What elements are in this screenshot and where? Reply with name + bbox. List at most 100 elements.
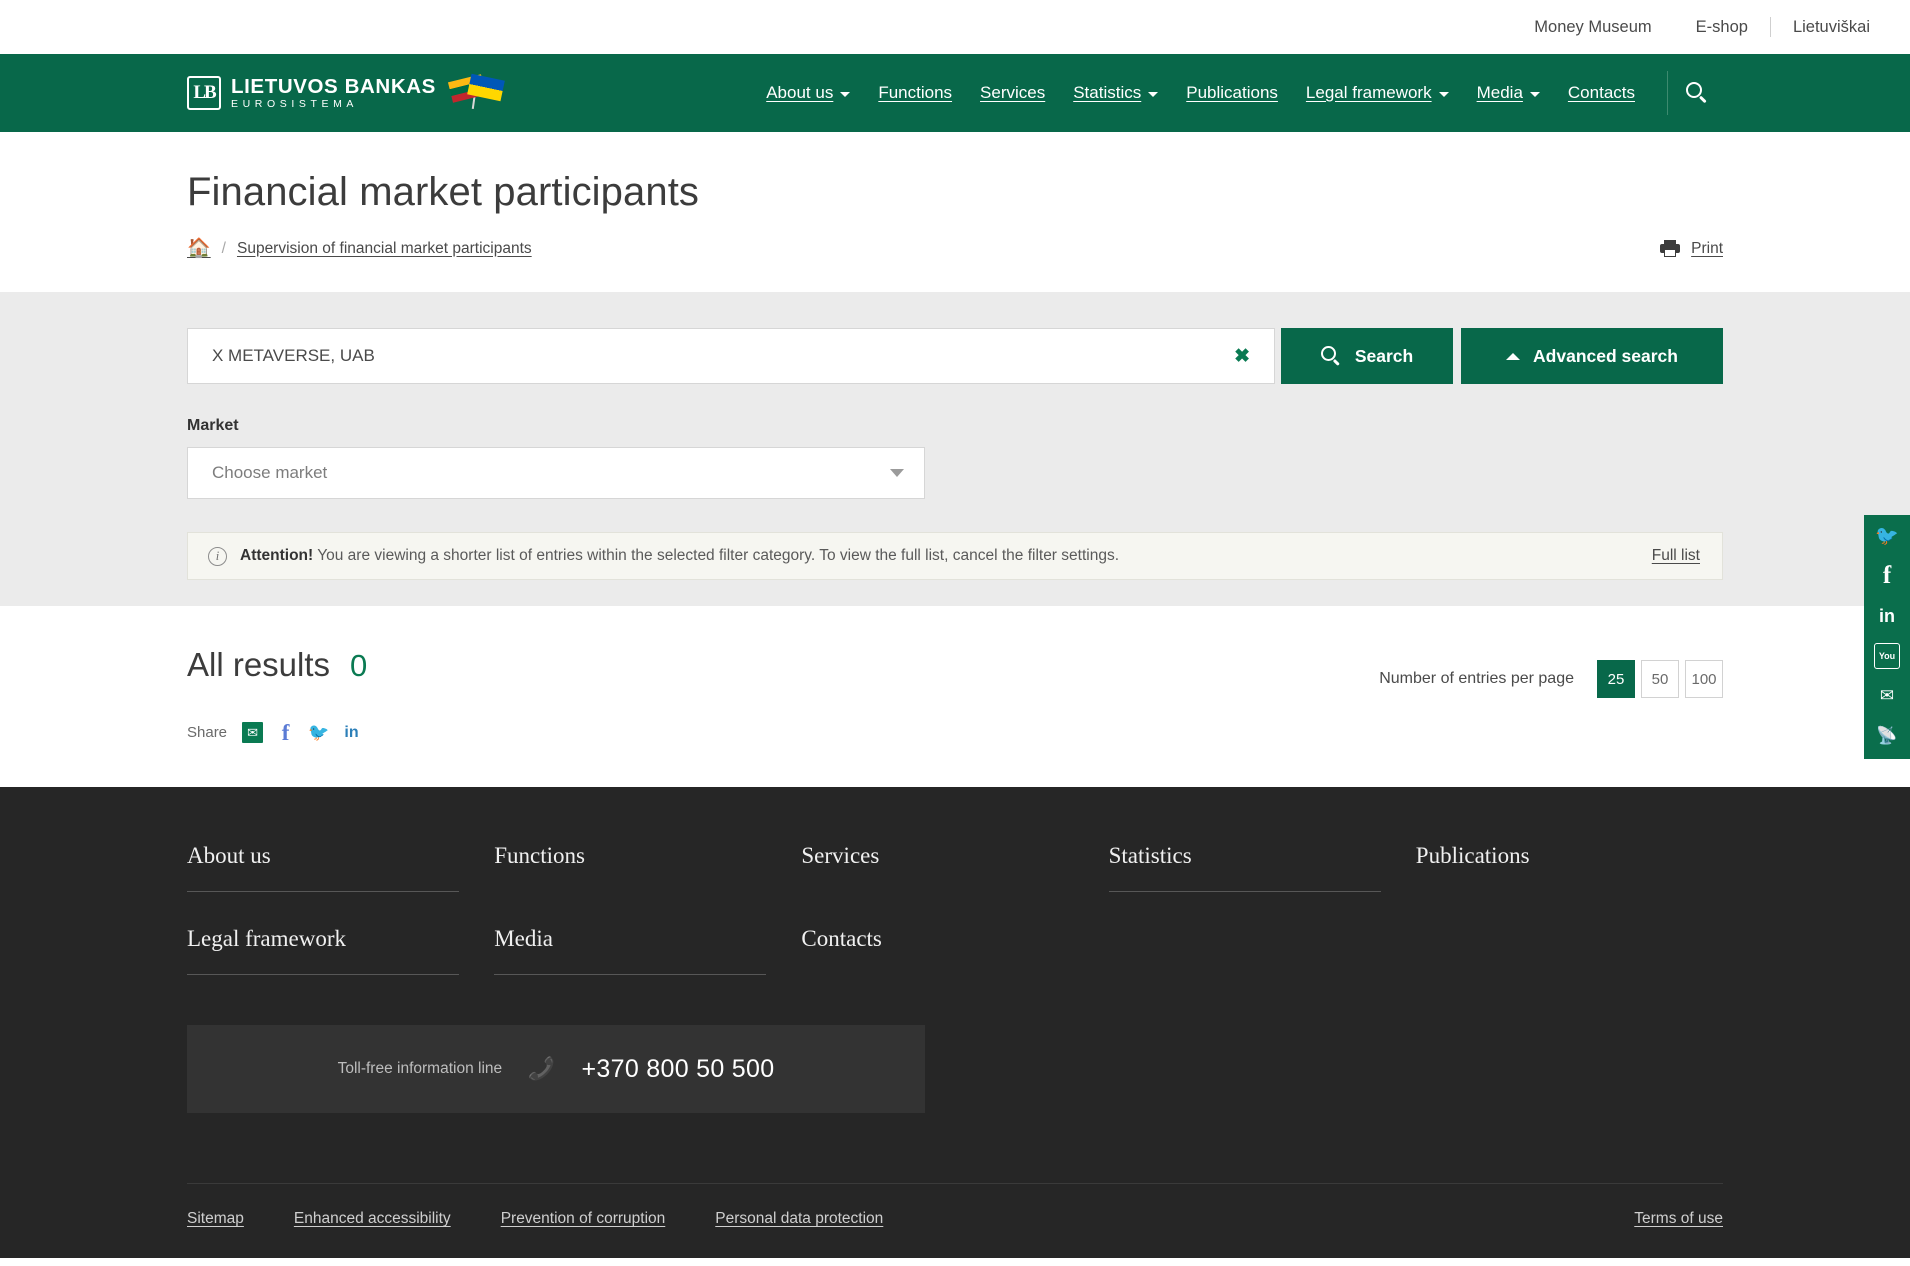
footer-col-about-us: About us bbox=[187, 843, 494, 926]
home-icon[interactable]: 🏠 bbox=[187, 239, 211, 258]
logo-name: LIETUVOS BANKAS bbox=[231, 74, 436, 98]
market-select[interactable]: Choose market bbox=[187, 447, 925, 499]
footer-link-contacts[interactable]: Contacts bbox=[801, 926, 882, 974]
share-row: Share ✉ f 🐦 in bbox=[187, 720, 367, 745]
entries-option-25[interactable]: 25 bbox=[1597, 660, 1635, 698]
chevron-down-icon bbox=[1529, 92, 1540, 97]
footer-link-prevention-of-corruption[interactable]: Prevention of corruption bbox=[501, 1210, 666, 1228]
info-line-block: Toll-free information line 📞 +370 800 50… bbox=[187, 1025, 925, 1113]
nav-divider bbox=[1667, 71, 1668, 115]
logo-monogram: LB bbox=[187, 76, 221, 110]
footer-link-publications[interactable]: Publications bbox=[1416, 843, 1530, 891]
utility-link-money-museum[interactable]: Money Museum bbox=[1512, 19, 1673, 36]
utility-link-language[interactable]: Lietuviškai bbox=[1771, 19, 1892, 36]
chevron-down-icon bbox=[1438, 92, 1449, 97]
footer-link-about-us[interactable]: About us bbox=[187, 843, 459, 892]
linkedin-icon[interactable]: in bbox=[1874, 603, 1900, 629]
search-input[interactable] bbox=[212, 346, 1229, 366]
social-sidebar: 🐦 f in You ✉ 📡 bbox=[1864, 515, 1910, 759]
filter-section: ✖ Search Advanced search Market Choose m… bbox=[0, 292, 1910, 606]
search-field-wrapper: ✖ bbox=[187, 328, 1275, 384]
flags-icon bbox=[447, 73, 505, 111]
footer-link-enhanced-accessibility[interactable]: Enhanced accessibility bbox=[294, 1210, 451, 1228]
market-label: Market bbox=[187, 417, 239, 434]
nav-item-publications[interactable]: Publications bbox=[1172, 83, 1292, 103]
page-title: Financial market participants bbox=[187, 170, 700, 214]
print-label: Print bbox=[1691, 239, 1723, 257]
nav-item-about-us[interactable]: About us bbox=[752, 83, 864, 103]
email-icon[interactable]: ✉ bbox=[242, 722, 264, 743]
utility-link-eshop[interactable]: E-shop bbox=[1674, 19, 1770, 36]
logo-subtitle: EUROSISTEMA bbox=[231, 98, 359, 111]
linkedin-icon[interactable]: in bbox=[341, 722, 362, 743]
search-icon bbox=[1686, 81, 1709, 105]
results-title: All results bbox=[187, 646, 331, 683]
footer-col-statistics: Statistics bbox=[1108, 843, 1416, 926]
utility-bar: Money Museum E-shop Lietuviškai bbox=[0, 0, 1910, 54]
attention-text: You are viewing a shorter list of entrie… bbox=[317, 547, 1120, 564]
entries-per-page-label: Number of entries per page bbox=[1379, 670, 1574, 687]
breadcrumb-separator: / bbox=[221, 239, 226, 257]
printer-icon bbox=[1660, 240, 1681, 257]
footer-link-legal-framework[interactable]: Legal framework bbox=[187, 926, 459, 975]
advanced-search-label: Advanced search bbox=[1533, 345, 1678, 366]
entries-per-page: Number of entries per page 25 50 100 bbox=[1379, 660, 1723, 698]
email-icon[interactable]: ✉ bbox=[1874, 683, 1900, 709]
nav-item-legal-framework[interactable]: Legal framework bbox=[1292, 83, 1463, 103]
footer-col-media: Media bbox=[494, 926, 801, 1009]
footer-link-services[interactable]: Services bbox=[801, 843, 879, 891]
clear-search-icon[interactable]: ✖ bbox=[1228, 347, 1256, 366]
results-heading: All results 0 bbox=[187, 646, 367, 684]
share-label: Share bbox=[187, 724, 228, 741]
main-navigation: About us Functions Services Statistics P… bbox=[657, 71, 1723, 115]
site-header: LB LIETUVOS BANKAS EUROSISTEMA About us bbox=[0, 54, 1910, 132]
chevron-down-icon bbox=[840, 92, 851, 97]
attention-bold: Attention! bbox=[240, 547, 314, 564]
footer-col-legal-framework: Legal framework bbox=[187, 926, 494, 1009]
search-button[interactable]: Search bbox=[1281, 328, 1453, 384]
site-footer: About us Functions Services Statistics P… bbox=[0, 787, 1910, 1258]
facebook-icon[interactable]: f bbox=[275, 720, 296, 745]
nav-item-statistics[interactable]: Statistics bbox=[1059, 83, 1172, 103]
info-icon: i bbox=[208, 546, 227, 566]
breadcrumb: 🏠 / Supervision of financial market part… bbox=[187, 239, 532, 258]
nav-item-contacts[interactable]: Contacts bbox=[1554, 83, 1649, 103]
footer-link-functions[interactable]: Functions bbox=[494, 843, 585, 891]
footer-columns: About us Functions Services Statistics P… bbox=[187, 843, 1723, 1009]
footer-link-terms-of-use[interactable]: Terms of use bbox=[1634, 1210, 1723, 1228]
rss-icon[interactable]: 📡 bbox=[1874, 723, 1900, 749]
entries-option-100[interactable]: 100 bbox=[1685, 660, 1723, 698]
footer-col-publications: Publications bbox=[1416, 843, 1723, 926]
footer-link-media[interactable]: Media bbox=[494, 926, 767, 975]
entries-option-50[interactable]: 50 bbox=[1641, 660, 1679, 698]
footer-link-sitemap[interactable]: Sitemap bbox=[187, 1210, 244, 1228]
chevron-up-icon bbox=[1506, 352, 1521, 360]
twitter-icon[interactable]: 🐦 bbox=[308, 722, 329, 743]
search-icon bbox=[1320, 345, 1342, 367]
chevron-down-icon bbox=[890, 469, 904, 477]
header-search-button[interactable] bbox=[1678, 81, 1723, 105]
breadcrumb-current[interactable]: Supervision of financial market particip… bbox=[237, 240, 532, 258]
chevron-down-icon bbox=[1148, 92, 1159, 97]
attention-banner: i Attention! You are viewing a shorter l… bbox=[187, 532, 1723, 580]
print-button[interactable]: Print bbox=[1660, 240, 1723, 258]
nav-item-services[interactable]: Services bbox=[966, 83, 1059, 103]
youtube-icon[interactable]: You bbox=[1874, 643, 1900, 669]
site-logo[interactable]: LB LIETUVOS BANKAS EUROSISTEMA bbox=[187, 73, 657, 111]
footer-col-contacts: Contacts bbox=[801, 926, 1108, 1009]
title-section: Financial market participants 🏠 / Superv… bbox=[0, 132, 1910, 292]
results-count: 0 bbox=[350, 648, 368, 683]
twitter-icon[interactable]: 🐦 bbox=[1874, 523, 1900, 549]
nav-item-media[interactable]: Media bbox=[1463, 83, 1554, 103]
full-list-link[interactable]: Full list bbox=[1652, 547, 1700, 565]
nav-item-functions[interactable]: Functions bbox=[864, 83, 966, 103]
market-select-value: Choose market bbox=[212, 463, 328, 482]
footer-col-functions: Functions bbox=[494, 843, 801, 926]
phone-icon: 📞 bbox=[528, 1056, 556, 1081]
advanced-search-button[interactable]: Advanced search bbox=[1461, 328, 1723, 384]
footer-link-statistics[interactable]: Statistics bbox=[1108, 843, 1381, 892]
info-line-number[interactable]: +370 800 50 500 bbox=[582, 1055, 775, 1084]
facebook-icon[interactable]: f bbox=[1874, 562, 1900, 589]
footer-link-personal-data-protection[interactable]: Personal data protection bbox=[715, 1210, 883, 1228]
footer-col-services: Services bbox=[801, 843, 1108, 926]
